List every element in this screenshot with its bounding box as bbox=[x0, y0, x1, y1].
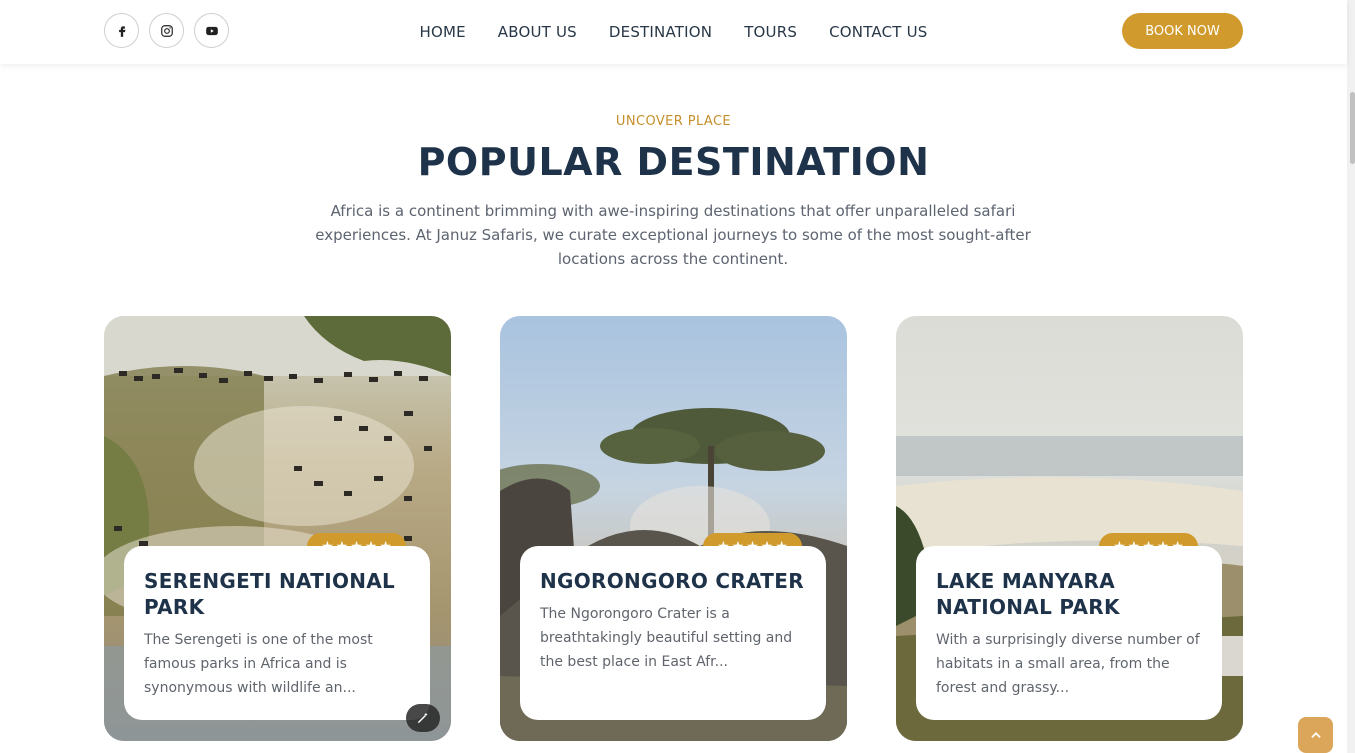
card-description: The Serengeti is one of the most famous … bbox=[144, 632, 373, 696]
card-info-panel: NGORONGORO CRATER The Ngorongoro Crater … bbox=[520, 546, 826, 720]
destination-card-lake-manyara[interactable]: ★ ★ ★ ★ ★ LAKE MANYARA NATIONAL PARK Wit… bbox=[896, 316, 1243, 741]
card-description: The Ngorongoro Crater is a breathtakingl… bbox=[540, 606, 793, 670]
social-links bbox=[104, 13, 229, 48]
nav-contact-us[interactable]: CONTACT US bbox=[829, 23, 927, 41]
section-title: POPULAR DESTINATION bbox=[417, 140, 930, 184]
card-title[interactable]: LAKE MANYARA NATIONAL PARK bbox=[936, 568, 1202, 620]
instagram-link[interactable] bbox=[149, 13, 184, 48]
facebook-icon bbox=[118, 25, 125, 37]
instagram-icon bbox=[160, 24, 173, 37]
card-info-panel: LAKE MANYARA NATIONAL PARK With a surpri… bbox=[916, 546, 1222, 720]
nav-home[interactable]: HOME bbox=[419, 23, 465, 41]
facebook-link[interactable] bbox=[104, 13, 139, 48]
nav-about-us[interactable]: ABOUT US bbox=[498, 23, 577, 41]
youtube-link[interactable] bbox=[194, 13, 229, 48]
image-edit-button[interactable] bbox=[406, 704, 440, 732]
card-info-panel: SERENGETI NATIONAL PARK The Serengeti is… bbox=[124, 546, 430, 720]
card-description: With a surprisingly diverse number of ha… bbox=[936, 632, 1200, 696]
magic-wand-icon bbox=[417, 712, 428, 724]
section-description: Africa is a continent brimming with awe-… bbox=[315, 202, 1031, 268]
destination-card-serengeti[interactable]: ★ ★ ★ ★ ★ SERENGETI NATIONAL PARK The Se… bbox=[104, 316, 451, 741]
destination-card-ngorongoro[interactable]: ★ ★ ★ ★ ★ NGORONGORO CRATER The Ngorongo… bbox=[500, 316, 847, 741]
scrollbar-thumb[interactable] bbox=[1350, 92, 1355, 164]
section-eyebrow: UNCOVER PLACE bbox=[615, 114, 732, 129]
nav-destination[interactable]: DESTINATION bbox=[609, 23, 712, 41]
chevron-up-icon bbox=[1310, 732, 1321, 738]
site-header: HOME ABOUT US DESTINATION TOURS CONTACT … bbox=[0, 0, 1347, 64]
card-title[interactable]: SERENGETI NATIONAL PARK bbox=[144, 568, 410, 620]
youtube-icon bbox=[205, 26, 218, 35]
book-now-button[interactable]: BOOK NOW bbox=[1122, 13, 1243, 49]
scroll-to-top-button[interactable] bbox=[1298, 717, 1333, 753]
card-title[interactable]: NGORONGORO CRATER bbox=[540, 568, 806, 594]
nav-tours[interactable]: TOURS bbox=[744, 23, 797, 41]
